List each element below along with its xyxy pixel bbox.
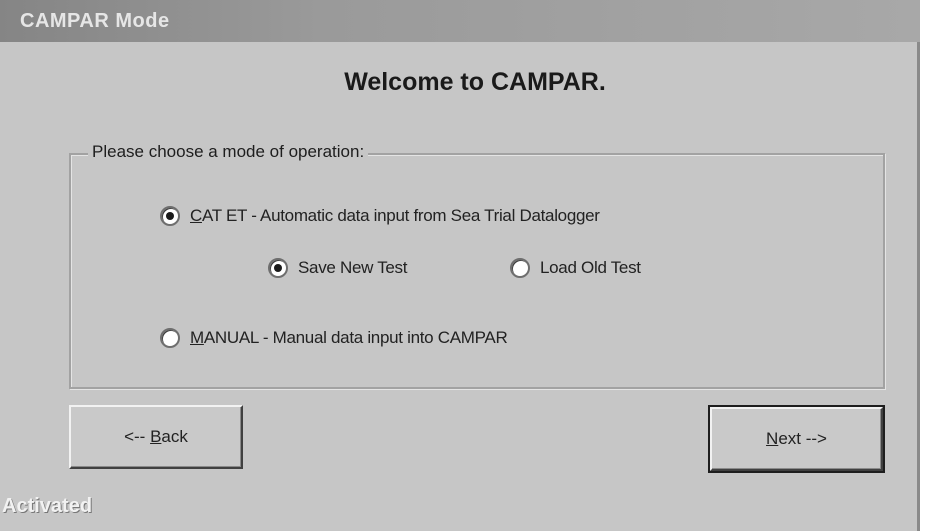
save-new-test-option[interactable]: Save New Test [268, 258, 407, 278]
cat-et-label-text: AT ET - Automatic data input from Sea Tr… [201, 206, 600, 225]
welcome-heading: Welcome to CAMPAR. [344, 68, 606, 96]
cat-et-radio[interactable] [160, 206, 180, 226]
save-new-test-radio[interactable] [268, 258, 288, 278]
manual-radio[interactable] [160, 328, 180, 348]
mode-group-box [69, 153, 885, 389]
back-button-label: ack [161, 427, 188, 446]
cat-et-option[interactable]: CAT ET - Automatic data input from Sea T… [160, 206, 600, 226]
window-title: CAMPAR Mode [20, 10, 170, 32]
manual-mnemonic: M [190, 328, 204, 347]
manual-label: MANUAL - Manual data input into CAMPAR [190, 328, 508, 348]
mode-group-legend: Please choose a mode of operation: [88, 142, 369, 162]
load-old-test-label: Load Old Test [540, 258, 641, 277]
next-button-label: ext --> [778, 429, 827, 448]
manual-option[interactable]: MANUAL - Manual data input into CAMPAR [160, 328, 508, 348]
load-old-test-option[interactable]: Load Old Test [510, 258, 641, 278]
back-button-prefix: <-- [124, 427, 151, 446]
activated-status: Activated [2, 495, 93, 517]
manual-label-text: ANUAL - Manual data input into CAMPAR [203, 328, 508, 347]
cat-et-mnemonic: C [190, 206, 202, 225]
load-old-test-radio[interactable] [510, 258, 530, 278]
title-bar[interactable]: CAMPAR Mode [0, 0, 920, 42]
save-new-test-label: Save New Test [298, 258, 408, 277]
next-button[interactable]: Next --> [708, 405, 885, 473]
next-button-mnemonic: N [766, 429, 779, 448]
campar-mode-window: CAMPAR Mode Welcome to CAMPAR. Please ch… [0, 0, 920, 531]
cat-et-label: CAT ET - Automatic data input from Sea T… [190, 206, 600, 226]
back-button-mnemonic: B [150, 427, 162, 446]
back-button[interactable]: <-- Back [69, 405, 243, 469]
